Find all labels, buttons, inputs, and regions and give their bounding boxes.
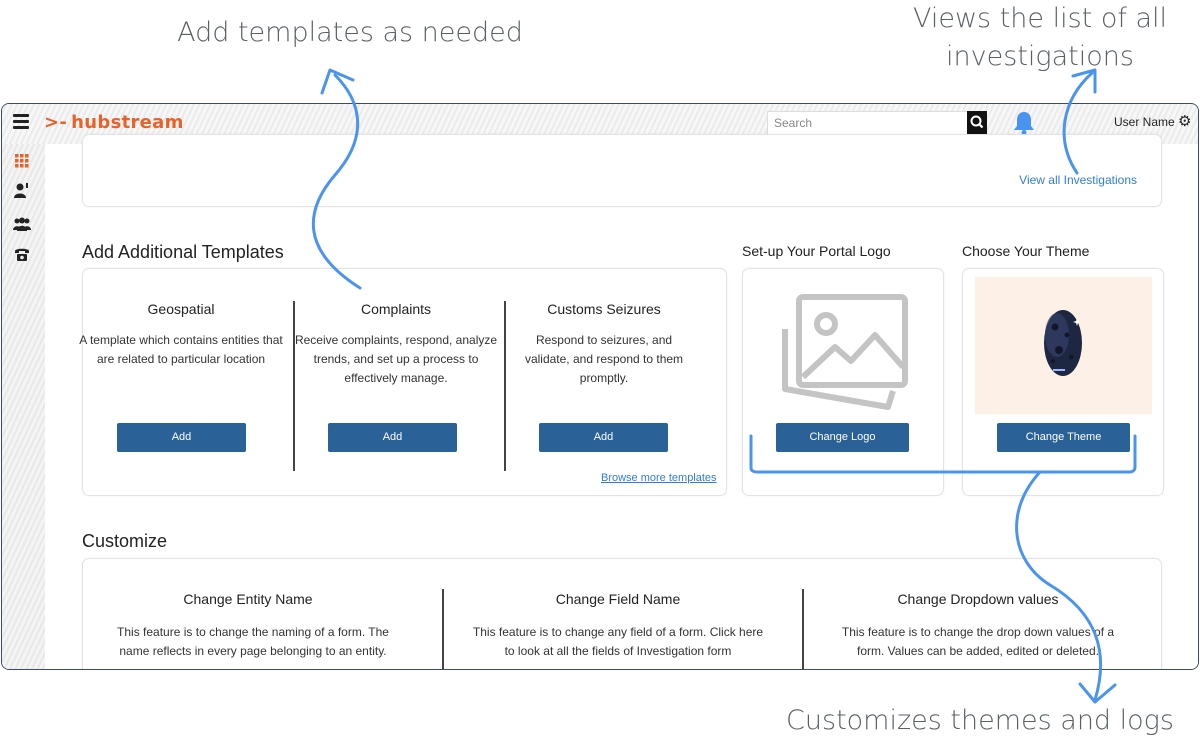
image-placeholder-icon xyxy=(782,294,908,410)
change-theme-button[interactable]: Change Theme xyxy=(997,423,1130,452)
search-box xyxy=(767,111,987,135)
customize-card: Change Entity Name This feature is to ch… xyxy=(82,558,1162,669)
templates-heading: Add Additional Templates xyxy=(82,242,284,262)
templates-card: Geospatial A template which contains ent… xyxy=(79,268,727,496)
customize-title: Change Field Name xyxy=(555,591,681,607)
search-button[interactable] xyxy=(967,111,987,135)
template-description: Respond to seizures, and validate, and r… xyxy=(524,333,684,385)
template-description: Receive complaints, respond, analyze tre… xyxy=(294,333,498,385)
template-title: Geospatial xyxy=(147,301,215,317)
sidebar xyxy=(2,144,45,669)
change-logo-button[interactable]: Change Logo xyxy=(776,423,909,452)
brand-mark-icon: >- xyxy=(44,112,68,133)
add-complaints-button[interactable]: Add xyxy=(328,423,457,452)
user-name[interactable]: User Name xyxy=(1114,115,1175,129)
customize-title: Change Entity Name xyxy=(183,591,313,607)
theme-heading: Choose Your Theme xyxy=(962,243,1090,259)
arrow-themes-head xyxy=(1078,682,1117,704)
phone-icon[interactable] xyxy=(12,245,32,263)
view-all-investigations-link[interactable]: View all Investigations xyxy=(1019,173,1137,187)
planet-icon xyxy=(1044,310,1082,376)
gear-icon[interactable]: ⚙ xyxy=(1178,112,1191,130)
investigations-card: View all Investigations xyxy=(82,134,1162,207)
divider xyxy=(442,589,444,669)
template-description: A template which contains entities that … xyxy=(79,333,283,366)
arrow-templates-head xyxy=(320,68,355,95)
add-geospatial-button[interactable]: Add xyxy=(117,423,246,452)
add-customs-seizures-button[interactable]: Add xyxy=(539,423,668,452)
divider xyxy=(504,301,506,471)
callout-view-investigations: Views the list of all investigations xyxy=(912,3,1167,72)
user-icon[interactable] xyxy=(12,181,32,199)
theme-card: Change Theme xyxy=(962,268,1164,496)
customize-description: This feature is to change the drop down … xyxy=(841,625,1115,658)
customize-description: This feature is to change any field of a… xyxy=(472,625,764,658)
app-window: >-hubstream User Name ⚙ xyxy=(1,103,1199,670)
brand-name: hubstream xyxy=(71,112,184,133)
portal-logo-card: Change Logo xyxy=(742,268,944,496)
divider xyxy=(802,589,804,669)
callout-customize-themes: Customizes themes and logs xyxy=(786,705,1174,736)
browse-templates-link[interactable]: Browse more templates xyxy=(601,472,717,484)
customize-title: Change Dropdown values xyxy=(897,591,1059,607)
grid-icon[interactable] xyxy=(12,152,32,170)
menu-icon[interactable] xyxy=(13,114,29,129)
team-icon[interactable] xyxy=(12,215,32,233)
main-content: View all Investigations Add Additional T… xyxy=(45,134,1198,669)
portal-logo-heading: Set-up Your Portal Logo xyxy=(742,243,891,259)
customize-description: This feature is to change the naming of … xyxy=(117,625,389,658)
customize-heading: Customize xyxy=(82,531,168,551)
search-input[interactable] xyxy=(768,112,968,134)
theme-preview xyxy=(975,277,1152,414)
template-title: Customs Seizures xyxy=(547,301,661,317)
template-title: Complaints xyxy=(360,301,432,317)
notification-bell-icon[interactable] xyxy=(1012,110,1036,136)
callout-add-templates: Add templates as needed xyxy=(177,17,523,48)
search-icon xyxy=(970,115,984,129)
brand-logo[interactable]: >- hubstream xyxy=(44,112,184,133)
